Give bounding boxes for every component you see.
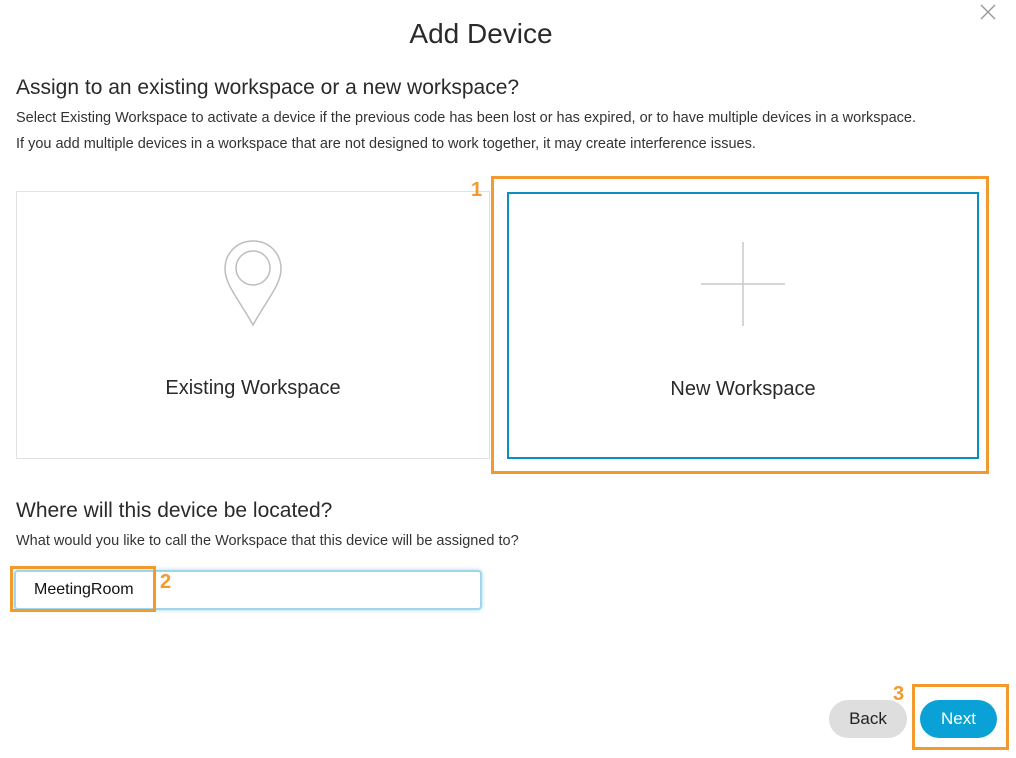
workspace-name-input[interactable] <box>14 570 482 610</box>
existing-workspace-label: Existing Workspace <box>165 377 341 399</box>
location-pin-icon <box>224 240 282 327</box>
callout-number-2: 2 <box>160 571 172 593</box>
new-workspace-label: New Workspace <box>670 378 816 400</box>
dialog-title: Add Device <box>409 18 553 49</box>
add-device-dialog: Add Device Assign to an existing workspa… <box>0 0 1016 758</box>
assign-description-line1: Select Existing Workspace to activate a … <box>16 110 917 126</box>
callout-number-3: 3 <box>893 683 905 705</box>
location-heading: Where will this device be located? <box>16 499 333 522</box>
existing-workspace-option[interactable]: Existing Workspace <box>16 191 490 459</box>
next-button[interactable]: Next <box>920 700 997 738</box>
plus-icon <box>701 242 785 326</box>
close-icon <box>980 4 996 20</box>
assign-heading: Assign to an existing workspace or a new… <box>16 76 520 99</box>
callout-number-1: 1 <box>471 179 483 201</box>
location-description: What would you like to call the Workspac… <box>16 533 519 549</box>
new-workspace-option[interactable]: New Workspace <box>507 192 979 459</box>
close-button[interactable] <box>978 2 998 22</box>
assign-description-line2: If you add multiple devices in a workspa… <box>16 136 756 152</box>
